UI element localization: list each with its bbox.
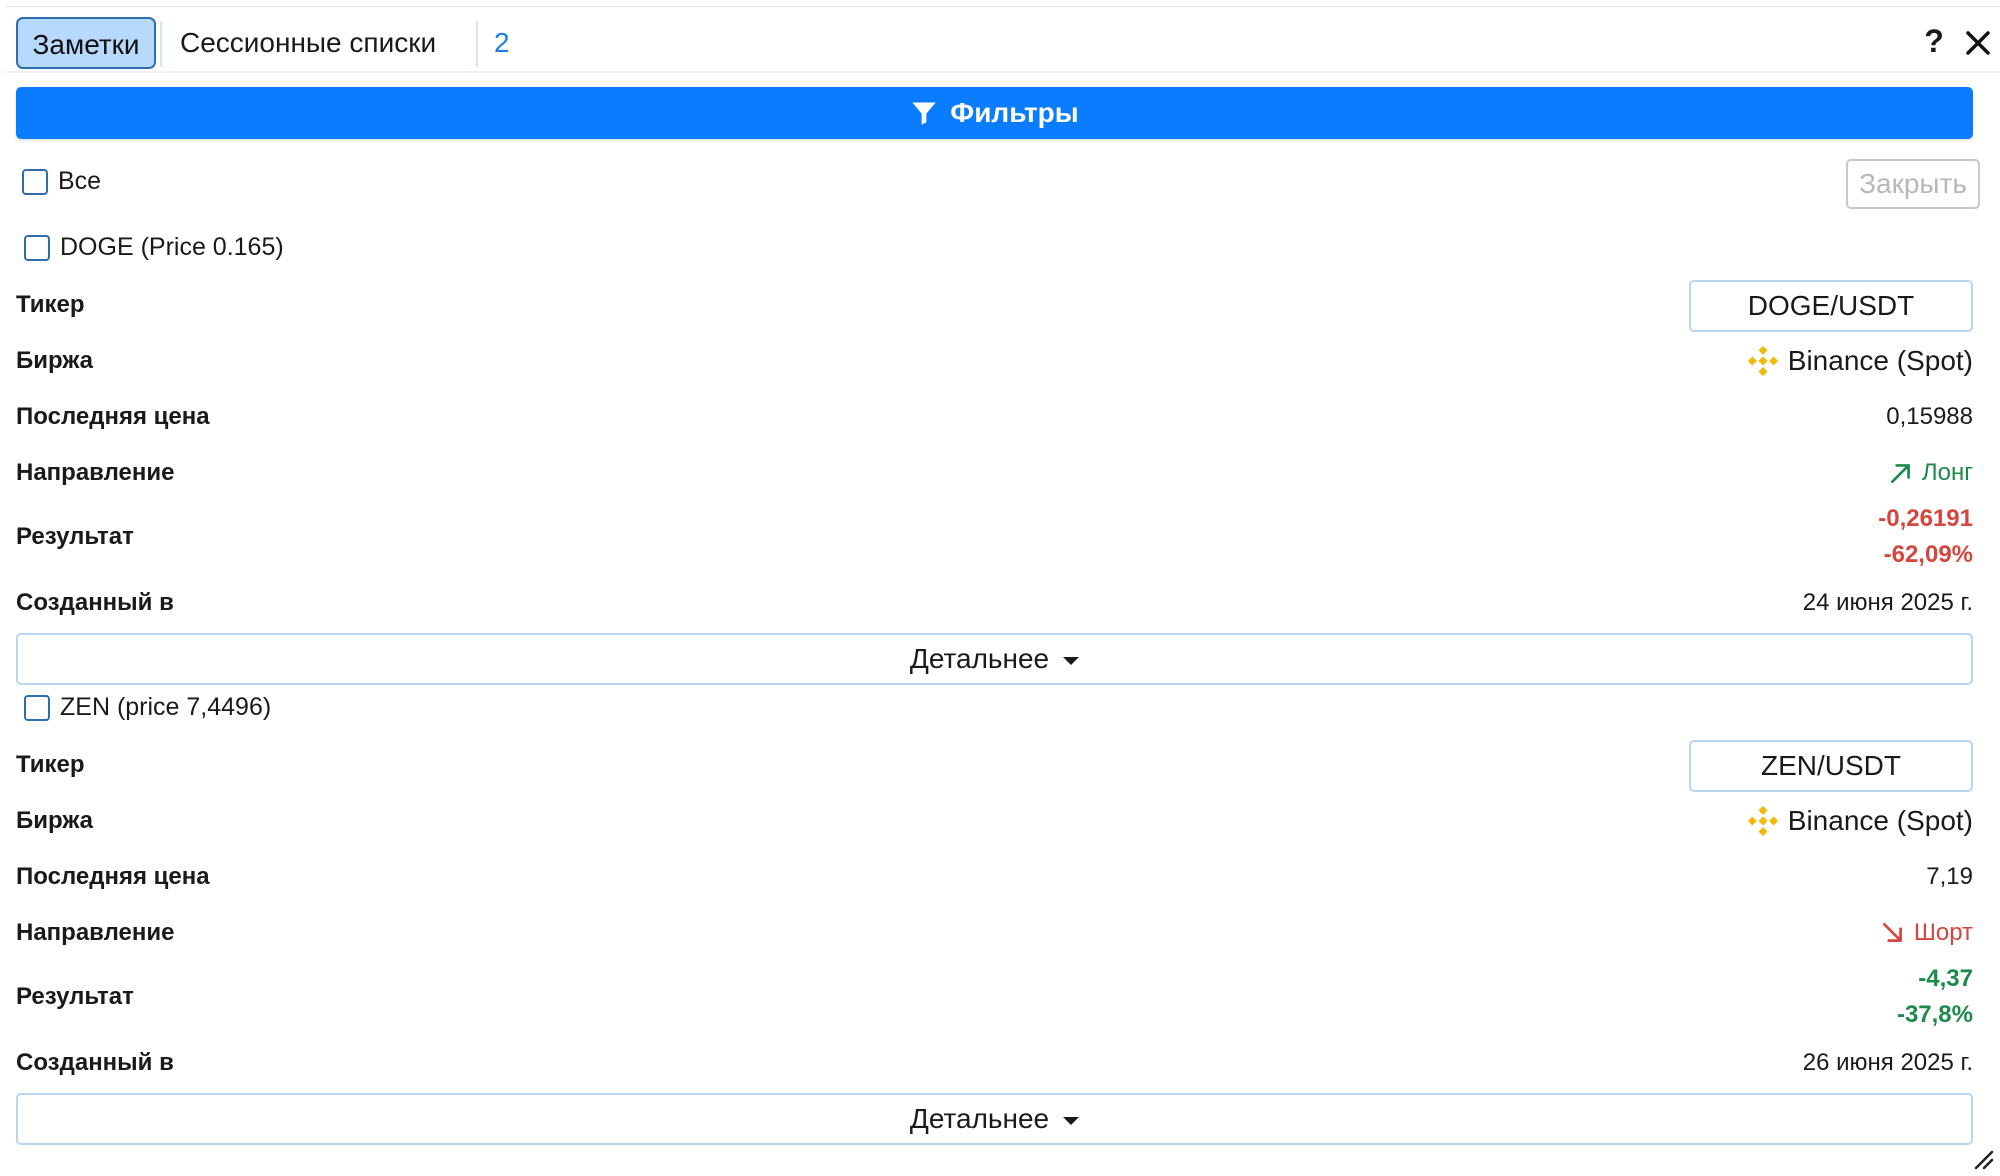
exchange-name: Binance (Spot) [1787, 345, 1973, 376]
result-label: Результат [16, 983, 134, 1010]
direction-row: Направление Лонг [16, 445, 1973, 501]
created-label: Созданный в [16, 589, 174, 616]
direction-value: Шорт [1880, 905, 1973, 961]
created-label: Созданный в [16, 1049, 174, 1076]
exchange-row: Биржа Binance (Spot) [16, 793, 1973, 849]
filter-icon [912, 102, 936, 125]
details-label: Детальнее [909, 643, 1050, 674]
result-row: Результат -4,37 -37,8% [16, 961, 1973, 1033]
result-row: Результат -0,26191 -62,09% [16, 501, 1973, 573]
result-percent: -37,8% [1896, 1001, 1973, 1028]
direction-text: Шорт [1913, 919, 1973, 946]
last-price-label: Последняя цена [16, 863, 210, 890]
tab-bar: Заметки Сессионные списки 2 ? [6, 7, 2000, 73]
tab-notes[interactable]: Заметки [16, 17, 156, 69]
select-all-row: Все [22, 167, 101, 196]
direction-label: Направление [16, 459, 175, 486]
trade-header: ZEN (price 7,4496) [24, 693, 271, 722]
details-button[interactable]: Детальнее [16, 633, 1973, 685]
ticker-row: Тикер ZEN/USDT [16, 737, 1973, 793]
ticker-label: Тикер [16, 291, 85, 318]
created-row: Созданный в 26 июня 2025 г. [16, 1035, 1973, 1091]
arrow-down-right-icon [1882, 922, 1902, 942]
caret-down-icon [1063, 656, 1080, 665]
created-row: Созданный в 24 июня 2025 г. [16, 575, 1973, 631]
direction-text: Лонг [1921, 459, 1973, 486]
last-price-value: 7,19 [1926, 863, 1973, 890]
exchange-label: Биржа [16, 807, 94, 834]
last-price-value: 0,15988 [1886, 403, 1973, 430]
notes-panel: Заметки Сессионные списки 2 ? Фильтры Вс… [6, 6, 2000, 1174]
resize-icon[interactable] [1970, 1146, 1994, 1170]
exchange-value: Binance (Spot) [1746, 793, 1973, 849]
close-icon[interactable] [1958, 21, 1998, 65]
filters-button[interactable]: Фильтры [16, 87, 1973, 139]
trade-title: DOGE (Price 0.165) [60, 233, 284, 261]
trade-title: ZEN (price 7,4496) [60, 693, 272, 721]
result-values: -0,26191 -62,09% [1878, 501, 1973, 573]
result-amount: -4,37 [1918, 965, 1973, 992]
direction-row: Направление Шорт [16, 905, 1973, 961]
result-label: Результат [16, 523, 134, 550]
last-price-row: Последняя цена 0,15988 [16, 389, 1973, 445]
select-all-label: Все [58, 167, 102, 195]
details-button[interactable]: Детальнее [16, 1093, 1973, 1145]
tab-count[interactable]: 2 [482, 17, 522, 69]
help-button[interactable]: ? [1914, 19, 1954, 63]
last-price-label: Последняя цена [16, 403, 210, 430]
header-divider [6, 71, 2000, 73]
result-percent: -62,09% [1883, 541, 1973, 568]
result-amount: -0,26191 [1878, 505, 1973, 532]
created-value: 24 июня 2025 г. [1802, 589, 1973, 616]
result-values: -4,37 -37,8% [1897, 961, 1973, 1033]
last-price-row: Последняя цена 7,19 [16, 849, 1973, 905]
select-all-checkbox[interactable] [22, 168, 48, 195]
exchange-value: Binance (Spot) [1746, 333, 1973, 389]
ticker-label: Тикер [16, 751, 85, 778]
tab-session-lists[interactable]: Сессионные списки [170, 17, 446, 69]
filters-label: Фильтры [950, 97, 1079, 128]
close-button[interactable]: Закрыть [1846, 159, 1980, 209]
exchange-name: Binance (Spot) [1787, 805, 1973, 836]
tab-divider [160, 21, 162, 67]
ticker-button[interactable]: DOGE/USDT [1689, 280, 1973, 332]
binance-icon [1747, 805, 1778, 837]
ticker-row: Тикер DOGE/USDT [16, 277, 1973, 333]
caret-down-icon [1063, 1116, 1080, 1125]
trade-header: DOGE (Price 0.165) [24, 233, 284, 262]
exchange-row: Биржа Binance (Spot) [16, 333, 1973, 389]
tab-divider [476, 21, 478, 67]
ticker-button[interactable]: ZEN/USDT [1689, 740, 1973, 792]
arrow-up-right-icon [1890, 464, 1910, 484]
details-label: Детальнее [909, 1103, 1050, 1134]
trade-checkbox[interactable] [24, 234, 50, 261]
direction-value: Лонг [1888, 445, 1973, 501]
direction-label: Направление [16, 919, 175, 946]
binance-icon [1747, 345, 1778, 377]
created-value: 26 июня 2025 г. [1802, 1049, 1973, 1076]
exchange-label: Биржа [16, 347, 94, 374]
trade-checkbox[interactable] [24, 694, 50, 721]
